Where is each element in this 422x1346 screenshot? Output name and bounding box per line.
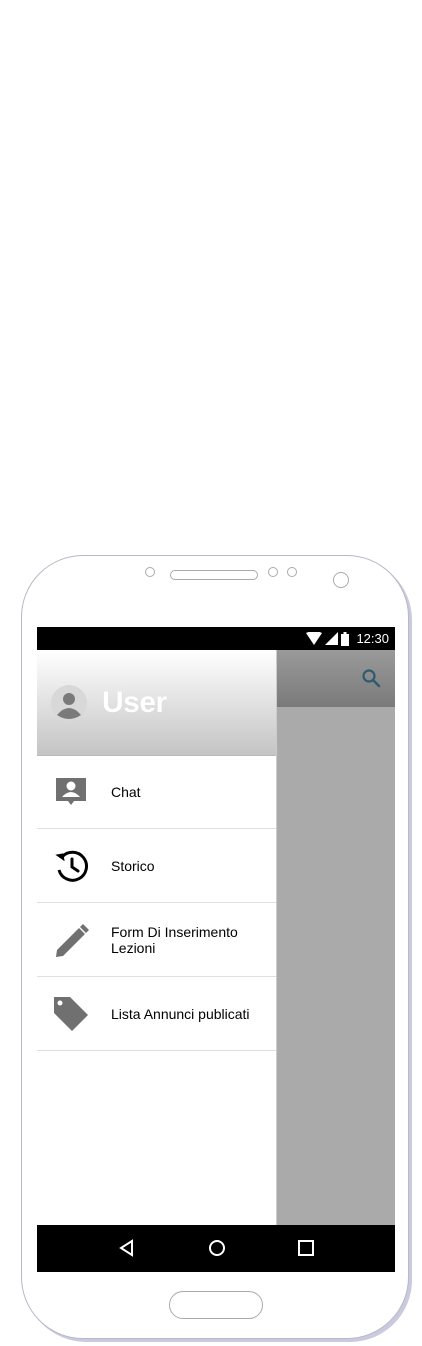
sensor-icon [287,567,297,577]
drawer-item-chat[interactable]: Chat [37,756,276,829]
history-icon [55,850,88,882]
speaker-grille [170,570,258,580]
drawer-item-label: Chat [111,784,141,800]
signal-icon [325,632,338,645]
pencil-icon [56,924,89,957]
wifi-icon [306,632,322,645]
drawer-header: User [37,650,276,756]
front-camera-icon [333,572,349,588]
hardware-home-button[interactable] [169,1291,263,1319]
chat-person-icon [56,778,86,805]
navigation-bar [37,1225,395,1272]
screen: 12:30 User Chat Storico Form Di Inserime… [37,627,395,1272]
status-bar: 12:30 [37,627,395,650]
recents-icon[interactable] [295,1237,317,1259]
battery-icon [341,631,349,646]
tag-icon [54,997,88,1031]
home-icon[interactable] [206,1237,228,1259]
sensor-icon [145,567,155,577]
search-icon[interactable] [361,668,381,688]
back-icon[interactable] [116,1237,138,1259]
avatar-icon [51,685,87,721]
drawer-item-lista-annunci[interactable]: Lista Annunci publicati [37,978,276,1051]
drawer-item-storico[interactable]: Storico [37,830,276,903]
navigation-drawer: User Chat Storico Form Di Inserimento Le… [37,650,277,1225]
drawer-item-label: Form Di Inserimento Lezioni [111,924,238,956]
drawer-item-label: Storico [111,858,155,874]
user-name: User [102,686,167,719]
status-icons [306,631,349,646]
status-time: 12:30 [356,631,389,646]
sensor-icon [268,567,278,577]
drawer-item-label: Lista Annunci publicati [111,1006,250,1022]
drawer-item-form-inserimento[interactable]: Form Di Inserimento Lezioni [37,904,276,977]
